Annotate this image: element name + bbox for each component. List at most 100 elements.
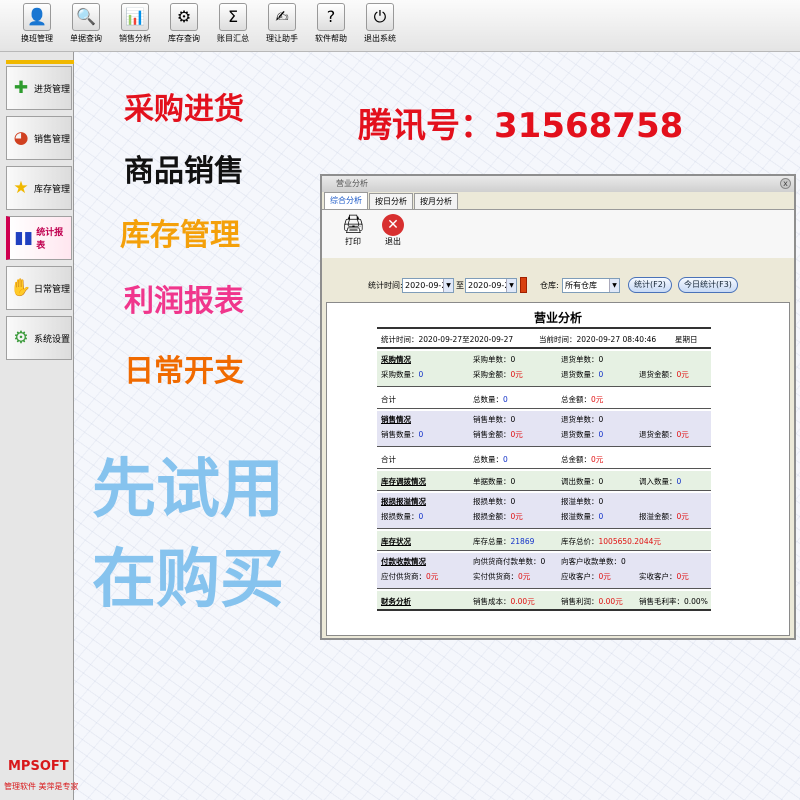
sidebar-item-5[interactable]: ⚙ 系统设置 <box>6 316 72 360</box>
toolbar-button-7[interactable]: ⏻ 退出系统 <box>357 3 403 47</box>
stock-section: 库存状况 库存总量：21869 库存总价：1005650.2044元 <box>377 531 711 551</box>
sidebar-item-label: 进货管理 <box>34 84 71 95</box>
promo-contact: 腾讯号：31568758 <box>358 106 684 146</box>
window-title: 营业分析 <box>336 179 368 188</box>
label: 销售数量： <box>381 430 419 439</box>
sidebar-item-4[interactable]: ✋ 日常管理 <box>6 266 72 310</box>
purchase-total-row: 合计 总数量：0 总金额：0元 <box>377 389 711 409</box>
today-stat-button[interactable]: 今日统计(F3) <box>678 277 738 293</box>
action-ribbon: 🖨 打印 ✕ 退出 <box>322 210 794 258</box>
chevron-down-icon: ▼ <box>609 279 619 292</box>
close-icon[interactable]: x <box>780 178 791 189</box>
to-date-picker[interactable]: 2020-09-27 ▼ <box>465 278 517 293</box>
sales-return-orders: 退货单数：0 <box>561 414 603 425</box>
toolbar-button-3[interactable]: ⚙ 库存查询 <box>161 3 207 47</box>
promo-sales: 商品销售 <box>124 154 244 189</box>
print-button[interactable]: 🖨 打印 <box>342 214 365 247</box>
label: 向客户收款单数： <box>561 557 621 566</box>
sidebar-item-3[interactable]: ▮▮ 统计报表 <box>6 216 72 260</box>
to-label: 至 <box>456 281 464 290</box>
value: 0元 <box>676 512 689 521</box>
brand-slogan: 管理软件 美萍是专家 <box>4 782 79 791</box>
sidebar-item-0[interactable]: ✚ 进货管理 <box>6 66 72 110</box>
value: 0 <box>418 430 424 439</box>
value: 0元 <box>510 430 523 439</box>
purchase-qty: 采购数量：0 <box>381 369 423 380</box>
exit-button[interactable]: ✕ 退出 <box>382 214 404 247</box>
stock-title: 库存状况 <box>381 537 411 546</box>
value: 0 <box>503 395 508 404</box>
label: 采购数量： <box>381 370 419 379</box>
toolbar-button-0[interactable]: 👤 换班管理 <box>14 3 60 47</box>
tab-bar: 综合分析 按日分析 按月分析 <box>322 192 794 210</box>
report-weekday: 星期日 <box>675 335 698 344</box>
value: 0 <box>510 497 516 506</box>
purchase-title: 采购情况 <box>381 355 411 364</box>
toolbar-button-6[interactable]: ? 软件帮助 <box>308 3 354 47</box>
transfer-docs: 单据数量：0 <box>473 476 515 487</box>
supplier-payment-orders: 向供货商付款单数：0 <box>473 556 545 567</box>
stat-button[interactable]: 统计(F2) <box>628 277 672 293</box>
loss-orders: 报损单数：0 <box>473 496 515 507</box>
toolbar-button-4[interactable]: Σ 账目汇总 <box>210 3 256 47</box>
label: 退货金额： <box>639 370 677 379</box>
toolbar-button-2[interactable]: 📊 销售分析 <box>112 3 158 47</box>
sidebar-item-2[interactable]: ★ 库存管理 <box>6 166 72 210</box>
sales-cost: 销售成本：0.00元 <box>473 596 535 607</box>
label: 总数量： <box>473 395 503 404</box>
value: 0 <box>598 430 604 439</box>
toolbar-button-label: 单据查询 <box>70 34 102 43</box>
business-analysis-window: 营业分析 x 综合分析 按日分析 按月分析 🖨 打印 ✕ 退出 统计时间: 20… <box>320 174 796 640</box>
label: 向供货商付款单数： <box>473 557 541 566</box>
value: 0 <box>598 370 604 379</box>
toolbar-button-label: 软件帮助 <box>315 34 347 43</box>
report-header: 统计时间：2020-09-27至2020-09-27 当前时间：2020-09-… <box>377 327 711 349</box>
label: 库存总价： <box>561 537 599 546</box>
boxes-icon: ⚙ <box>170 3 198 31</box>
toolbar-button-label: 换班管理 <box>21 34 53 43</box>
purchase-amount: 采购金额：0元 <box>473 369 523 380</box>
value: 0 <box>418 512 424 521</box>
label: 总金额： <box>561 455 591 464</box>
gear-icon: ⚙ <box>13 328 29 348</box>
toolbar-button-label: 理让助手 <box>266 34 298 43</box>
transfer-title: 库存调拨情况 <box>381 477 426 486</box>
label: 总数量： <box>473 455 503 464</box>
promo-profit: 利润报表 <box>124 284 244 319</box>
time-label: 统计时间: <box>368 281 403 290</box>
stock-total-value: 库存总价：1005650.2044元 <box>561 536 661 547</box>
from-date-picker[interactable]: 2020-09-27 ▼ <box>402 278 454 293</box>
warehouse-select[interactable]: 所有仓库 ▼ <box>562 278 620 293</box>
value: 0 <box>598 355 604 364</box>
toolbar-button-label: 库存查询 <box>168 34 200 43</box>
tab-daily-analysis[interactable]: 按日分析 <box>369 193 413 209</box>
label: 库存总量： <box>473 537 511 546</box>
star-icon: ★ <box>13 178 29 198</box>
sidebar-item-1[interactable]: ◕ 销售管理 <box>6 116 72 160</box>
label: 报损数量： <box>381 512 419 521</box>
promo-purchase: 采购进货 <box>124 92 244 127</box>
promo-inventory: 库存管理 <box>120 218 240 253</box>
value: 0 <box>510 355 516 364</box>
sales-return-amount: 退货金额：0元 <box>639 429 689 440</box>
tab-overall-analysis[interactable]: 综合分析 <box>324 192 368 209</box>
value: 0 <box>510 415 516 424</box>
sales-title: 销售情况 <box>381 415 411 424</box>
sidebar: MPSOFT 管理软件 美萍是专家 ✚ 进货管理 ◕ 销售管理 ★ 库存管理 ▮▮ 统计报表 ✋… <box>0 52 79 800</box>
toolbar-button-5[interactable]: ✍ 理让助手 <box>259 3 305 47</box>
label: 采购单数： <box>473 355 511 364</box>
sales-amount: 销售金额：0元 <box>473 429 523 440</box>
promo-try: 先试用 <box>92 453 284 527</box>
print-label: 打印 <box>345 237 361 246</box>
date-spinner[interactable] <box>520 277 527 293</box>
label: 退货单数： <box>561 415 599 424</box>
window-titlebar: 营业分析 x <box>322 176 794 192</box>
value: 0 <box>598 477 604 486</box>
toolbar-button-1[interactable]: 🔍 单据查询 <box>63 3 109 47</box>
purchase-total-qty: 总数量：0 <box>473 394 508 405</box>
promo-buy: 在购买 <box>92 543 284 617</box>
sidebar-item-label: 日常管理 <box>34 284 71 295</box>
label: 报溢金额： <box>639 512 677 521</box>
toolbar-button-label: 退出系统 <box>364 34 396 43</box>
tab-monthly-analysis[interactable]: 按月分析 <box>414 193 458 209</box>
